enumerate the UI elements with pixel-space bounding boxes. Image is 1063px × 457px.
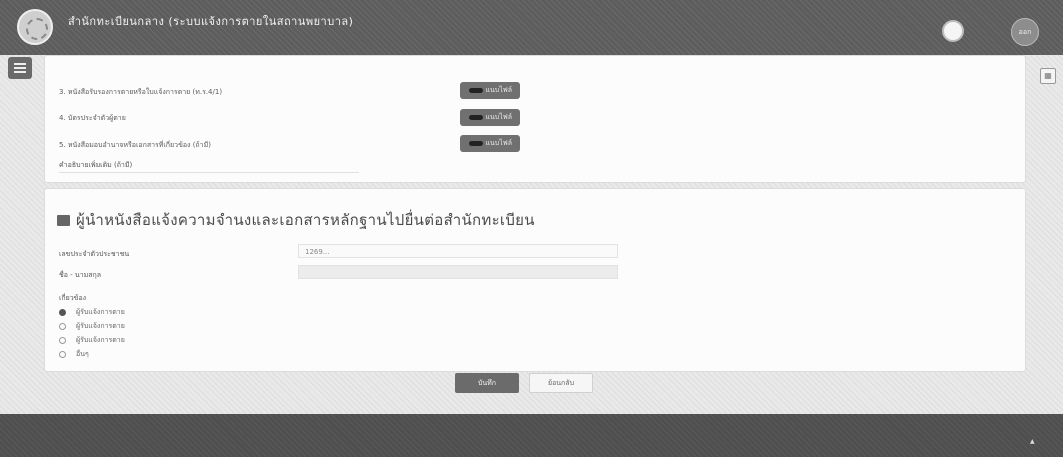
documents-card: 3. หนังสือรับรองการตายหรือใบแจ้งการตาย (…: [44, 55, 1026, 183]
id-number-label: เลขประจำตัวประชาชน: [59, 250, 130, 258]
seal-logo-icon: [17, 9, 53, 45]
user-profile-icon[interactable]: [942, 20, 964, 42]
relation-option-label: ผู้รับแจ้งการตาย: [76, 322, 125, 330]
attach-file-button[interactable]: แนบไฟล์: [460, 135, 520, 152]
reporter-card: ผู้นำหนังสือแจ้งความจำนงและเอกสารหลักฐาน…: [44, 188, 1026, 372]
save-button[interactable]: บันทึก: [455, 373, 519, 393]
relation-option[interactable]: ผู้รับแจ้งการตาย: [59, 307, 125, 318]
logout-button[interactable]: ออก: [1011, 18, 1039, 46]
section-title: ผู้นำหนังสือแจ้งความจำนงและเอกสารหลักฐาน…: [57, 208, 535, 232]
full-name-label: ชื่อ - นามสกุล: [59, 271, 102, 279]
id-number-field[interactable]: 1269...: [298, 244, 618, 258]
top-header: สำนักทะเบียนกลาง (ระบบแจ้งการตายในสถานพย…: [0, 0, 1063, 55]
radio-icon: [59, 322, 66, 330]
calendar-icon[interactable]: ▦: [1040, 68, 1056, 84]
relation-option[interactable]: ผู้รับแจ้งการตาย: [59, 321, 125, 332]
scroll-top-icon[interactable]: ▲: [1030, 438, 1040, 448]
relation-option[interactable]: ผู้รับแจ้งการตาย: [59, 335, 125, 346]
full-name-field[interactable]: [298, 265, 618, 279]
attach-file-button[interactable]: แนบไฟล์: [460, 82, 520, 99]
footer: [0, 414, 1063, 457]
document-row-label: 4. บัตรประจำตัวผู้ตาย: [59, 114, 126, 122]
section-title-text: ผู้นำหนังสือแจ้งความจำนงและเอกสารหลักฐาน…: [76, 211, 535, 229]
menu-toggle-button[interactable]: [8, 57, 32, 79]
cancel-button[interactable]: ย้อนกลับ: [529, 373, 593, 393]
note-input[interactable]: [59, 172, 359, 173]
document-row-label: 5. หนังสือมอบอำนาจหรือเอกสารที่เกี่ยวข้อ…: [59, 141, 211, 149]
document-row-label: 3. หนังสือรับรองการตายหรือใบแจ้งการตาย (…: [59, 88, 223, 96]
radio-icon: [59, 336, 66, 344]
relation-option-label: อื่นๆ: [76, 350, 89, 358]
relation-label: เกี่ยวข้อง: [59, 294, 87, 302]
app-title: สำนักทะเบียนกลาง (ระบบแจ้งการตายในสถานพย…: [68, 15, 354, 28]
relation-option[interactable]: อื่นๆ: [59, 349, 89, 360]
note-label: คำอธิบายเพิ่มเติม (ถ้ามี): [59, 161, 133, 169]
relation-option-label: ผู้รับแจ้งการตาย: [76, 336, 125, 344]
radio-icon: [59, 350, 66, 358]
attach-file-button[interactable]: แนบไฟล์: [460, 109, 520, 126]
radio-icon: [59, 308, 66, 316]
relation-option-label: ผู้รับแจ้งการตาย: [76, 308, 125, 316]
document-icon: [57, 215, 70, 226]
